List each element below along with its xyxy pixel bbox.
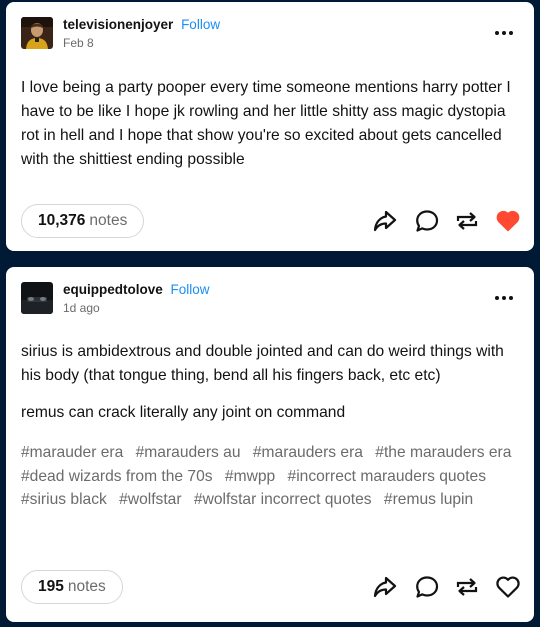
post-card: televisionenjoyer Follow Feb 8 I love be… [6,2,534,251]
reply-button[interactable] [414,574,440,600]
more-options-button[interactable] [493,25,515,41]
reblog-icon [454,208,480,234]
speech-bubble-icon [414,208,440,234]
notes-button[interactable]: 10,376 notes [21,204,145,238]
username[interactable]: televisionenjoyer [63,17,173,32]
notes-count: 10,376 [38,212,86,229]
notes-count: 195 [38,578,64,595]
tag-link[interactable]: #wolfstar incorrect quotes [194,491,372,508]
more-horizontal-icon [493,28,515,45]
avatar[interactable] [21,282,53,314]
follow-button[interactable]: Follow [181,17,220,32]
share-button[interactable] [372,574,398,600]
more-horizontal-icon [493,293,515,310]
tag-link[interactable]: #marauders au [136,444,241,461]
notes-label: notes [67,578,106,595]
share-arrow-icon [372,574,398,600]
post-header: televisionenjoyer Follow Feb 8 [21,17,519,51]
more-options-button[interactable] [493,290,515,306]
notes-label: notes [89,212,128,229]
username[interactable]: equippedtolove [63,282,163,297]
speech-bubble-icon [414,574,440,600]
post-card: equippedtolove Follow 1d ago sirius is a… [6,267,534,622]
tag-link[interactable]: #dead wizards from the 70s [21,468,213,485]
tag-link[interactable]: #the marauders era [375,444,511,461]
reblog-button[interactable] [454,208,480,234]
post-header: equippedtolove Follow 1d ago [21,282,519,316]
tag-link[interactable]: #mwpp [225,468,275,485]
tag-link[interactable]: #incorrect marauders quotes [288,468,487,485]
like-button[interactable] [495,208,521,234]
follow-button[interactable]: Follow [171,282,210,297]
heart-icon [495,208,521,234]
tag-link[interactable]: #wolfstar [119,491,181,508]
reblog-button[interactable] [454,574,480,600]
share-button[interactable] [372,208,398,234]
post-text: sirius is ambidextrous and double jointe… [21,343,504,384]
tag-link[interactable]: #remus lupin [384,491,473,508]
tag-link[interactable]: #marauders era [253,444,363,461]
post-text: remus can crack literally any joint on c… [21,404,346,421]
tag-link[interactable]: #marauder era [21,444,123,461]
post-date: 1d ago [63,301,100,315]
reblog-icon [454,574,480,600]
tag-link[interactable]: #sirius black [21,491,107,508]
like-button[interactable] [495,574,521,600]
reply-button[interactable] [414,208,440,234]
heart-icon [495,574,521,600]
post-text: I love being a party pooper every time s… [21,79,511,168]
post-date: Feb 8 [63,36,94,50]
share-arrow-icon [372,208,398,234]
avatar[interactable] [21,17,53,49]
tag-list: #marauder era #marauders au #marauders e… [21,441,520,512]
notes-button[interactable]: 195 notes [21,570,123,604]
